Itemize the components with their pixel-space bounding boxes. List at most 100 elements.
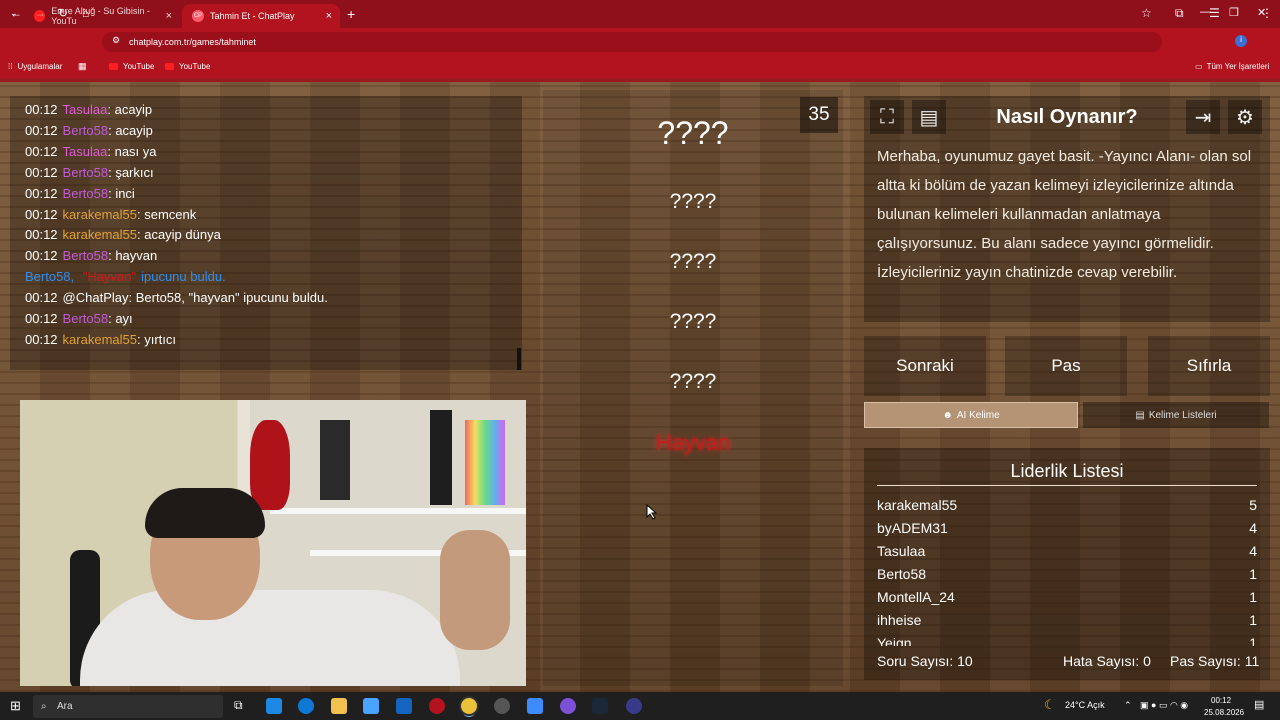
settings-gear-icon[interactable]: ⚙ bbox=[1228, 100, 1262, 134]
chat-text: : acayip bbox=[107, 102, 153, 117]
extensions-icon[interactable]: ⧉ bbox=[1175, 6, 1184, 21]
chat-text: : şarkıcı bbox=[108, 164, 154, 180]
chat-time: 00:12 bbox=[25, 122, 58, 138]
pass-button[interactable]: Pas bbox=[1005, 336, 1127, 396]
restore-icon[interactable]: ❐ bbox=[1229, 6, 1239, 19]
error-count: Hata Sayısı: 0 bbox=[1063, 653, 1151, 669]
bookmark-youtube-1[interactable]: YouTube bbox=[109, 62, 154, 71]
url-text[interactable]: chatplay.com.tr/games/tahminet bbox=[129, 37, 256, 47]
tray-expand-icon[interactable]: ⌃ bbox=[1124, 700, 1132, 711]
copilot-icon[interactable] bbox=[266, 698, 282, 714]
leaderboard-player-name: MontellA_24 bbox=[877, 589, 955, 605]
reset-button[interactable]: Sıfırla bbox=[1148, 336, 1270, 396]
mail-icon[interactable] bbox=[396, 698, 412, 714]
chat-text: : yırtıcı bbox=[136, 331, 176, 347]
weather-moon-icon: ☾ bbox=[1044, 697, 1056, 712]
tray-icons[interactable]: ▣ ● ▭ ◠ ◉ bbox=[1140, 700, 1188, 711]
next-button[interactable]: Sonraki bbox=[864, 336, 986, 396]
chat-message: 00:12 karakemal55: acayip dünya bbox=[25, 227, 221, 242]
chat-user: karakemal55 bbox=[62, 331, 137, 347]
how-to-play-text: Merhaba, oyunumuz gayet basit. -Yayıncı … bbox=[877, 148, 1252, 281]
reload-icon[interactable]: ↻ bbox=[58, 6, 68, 20]
all-bookmarks[interactable]: ▭ Tüm Yer İşaretleri bbox=[1195, 62, 1269, 71]
bookmark-star-icon[interactable]: ☆ bbox=[1141, 6, 1152, 20]
chat-message: 00:12 Berto58: ayı bbox=[25, 311, 133, 326]
rgb-light bbox=[465, 420, 505, 505]
person-hair bbox=[145, 488, 265, 538]
store-icon[interactable] bbox=[363, 698, 379, 714]
chat-message: 00:12 karakemal55: yırtıcı bbox=[25, 332, 176, 347]
youtube-icon bbox=[109, 63, 118, 70]
hint-word-2: ???? bbox=[669, 250, 717, 273]
leaderboard-player-score: 1 bbox=[1249, 612, 1257, 628]
home-icon[interactable]: ⌂ bbox=[82, 6, 89, 20]
chat-user: Berto58 bbox=[62, 248, 109, 264]
chat-message: 00:12 Berto58: hayvan bbox=[25, 248, 157, 263]
word-lists-tab[interactable]: ▤ Kelime Listeleri bbox=[1083, 402, 1269, 428]
steam-icon[interactable] bbox=[592, 698, 608, 714]
logout-icon[interactable]: ⇥ bbox=[1186, 100, 1220, 134]
apps-grid-icon: ⁞⁞ bbox=[8, 62, 13, 71]
tab-youtube[interactable]: Emre Altuğ - Su Gibisin - YouTu × bbox=[24, 4, 180, 28]
leaderboard-player-name: Berto58 bbox=[877, 566, 927, 582]
tab-chatplay[interactable]: CP Tahmin Et - ChatPlay × bbox=[182, 4, 340, 28]
chat-scrollbar[interactable] bbox=[517, 348, 521, 370]
clock-time[interactable]: 00:12 bbox=[1211, 696, 1231, 705]
app-icon-2[interactable] bbox=[527, 698, 543, 714]
app-icon[interactable] bbox=[429, 698, 445, 714]
list-icon: ▤ bbox=[1135, 409, 1145, 421]
apps-icon[interactable]: ▦ bbox=[78, 61, 87, 72]
bookmark-apps[interactable]: ⁞⁞ Uygulamalar bbox=[8, 62, 62, 71]
app-icon-3[interactable] bbox=[626, 698, 642, 714]
chat-time: 00:12 bbox=[25, 164, 58, 180]
site-info-icon[interactable]: ⚙ bbox=[112, 35, 120, 46]
discord-icon[interactable] bbox=[560, 698, 576, 714]
notification-icon[interactable]: ▤ bbox=[1254, 698, 1264, 711]
leaderboard-player-score: 5 bbox=[1249, 497, 1257, 513]
profile-avatar[interactable]: i bbox=[1235, 35, 1247, 47]
taskbar-search[interactable]: ⌕ Ara bbox=[33, 695, 223, 718]
weather-text[interactable]: 24°C Açık bbox=[1065, 700, 1105, 710]
revealed-hint: Hayvan bbox=[655, 430, 731, 455]
back-icon[interactable]: ← bbox=[10, 6, 22, 20]
obs-icon[interactable] bbox=[494, 698, 510, 714]
pass-count: Pas Sayısı: 11 bbox=[1170, 653, 1260, 669]
chat-time: 00:12 bbox=[25, 311, 58, 326]
person-body bbox=[80, 590, 460, 686]
hint-word-1: ???? bbox=[669, 190, 717, 213]
ai-word-tab[interactable]: ☻ AI Kelime bbox=[864, 402, 1078, 428]
divider bbox=[877, 485, 1257, 486]
chat-user: Berto58 bbox=[62, 185, 109, 201]
windows-start-icon[interactable]: ⊞ bbox=[10, 698, 21, 714]
menu-icon[interactable]: ⋮ bbox=[1261, 6, 1273, 20]
file-explorer-icon[interactable] bbox=[331, 698, 347, 714]
shelf bbox=[270, 508, 526, 514]
forward-icon[interactable]: → bbox=[34, 6, 46, 20]
close-tab-icon[interactable]: × bbox=[166, 10, 172, 22]
bookmark-youtube-2[interactable]: YouTube bbox=[165, 62, 210, 71]
chat-user: Berto58 bbox=[62, 311, 109, 326]
chat-text: : inci bbox=[108, 185, 135, 201]
leaderboard-player-score: 1 bbox=[1249, 635, 1257, 646]
chrome-icon[interactable] bbox=[461, 698, 477, 714]
chat-message: 00:12 Berto58: acayip bbox=[25, 123, 153, 138]
chat-message: 00:12 Berto58: inci bbox=[25, 186, 135, 201]
leaderboard-player-name: Yeign bbox=[877, 635, 912, 646]
red-vase bbox=[250, 420, 290, 510]
clock-date[interactable]: 25.08.2026 bbox=[1204, 708, 1244, 717]
address-bar[interactable] bbox=[102, 32, 1162, 52]
leaderboard-player-name: karakemal55 bbox=[877, 497, 958, 513]
chat-message: 00:12 @ChatPlay: Berto58, "hayvan" ipucun… bbox=[25, 290, 328, 305]
task-view-icon[interactable]: ⧉ bbox=[234, 698, 250, 714]
leaderboard-title: Liderlik Listesi bbox=[1010, 461, 1124, 481]
new-tab-icon[interactable]: + bbox=[347, 6, 355, 22]
close-tab-icon[interactable]: × bbox=[326, 10, 332, 22]
edge-icon[interactable] bbox=[298, 698, 314, 714]
chat-user: Berto58 bbox=[62, 122, 109, 138]
speaker bbox=[320, 420, 350, 500]
tab-title: Emre Altuğ - Su Gibisin - YouTu bbox=[51, 6, 150, 26]
media-icon[interactable]: ☰ bbox=[1209, 6, 1220, 20]
chatplay-favicon: CP bbox=[192, 10, 204, 22]
chat-time: 00:12 bbox=[25, 331, 58, 347]
question-count: Soru Sayısı: 10 bbox=[877, 653, 973, 669]
